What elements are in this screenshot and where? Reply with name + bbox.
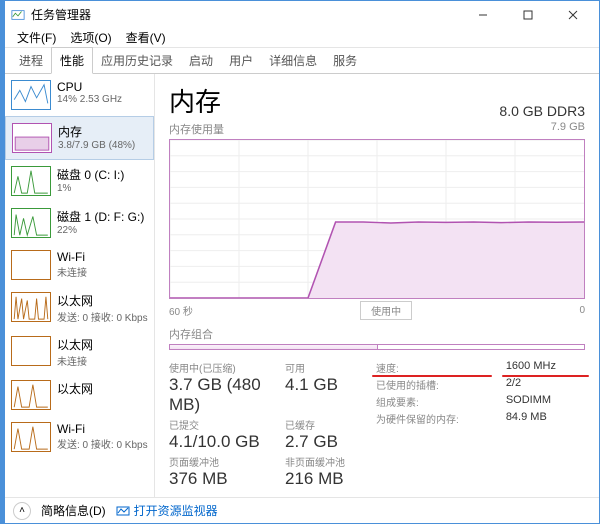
sidebar-item-sub: 未连接 [57, 353, 93, 368]
stat-avail-label: 可用 [285, 360, 370, 375]
memory-type: 8.0 GB DDR3 [499, 103, 585, 119]
chart-max: 7.9 GB [551, 121, 585, 137]
sidebar-thumb [11, 292, 51, 322]
stat-cached-label: 已缓存 [285, 417, 370, 432]
form-key: 组成要素: [376, 394, 488, 409]
open-resmon-link[interactable]: 打开资源监视器 [116, 502, 218, 519]
sidebar-item-6[interactable]: 以太网 未连接 [5, 330, 154, 374]
slots-value: 2/2 [506, 377, 585, 392]
stat-committed-value: 4.1/10.0 GB [169, 432, 279, 452]
tab-5[interactable]: 详细信息 [261, 48, 325, 73]
sidebar-item-sub: 22% [57, 225, 144, 236]
tab-bar: 进程性能应用历史记录启动用户详细信息服务 [5, 48, 599, 74]
sidebar-item-sub: 14% 2.53 GHz [57, 94, 122, 105]
resmon-icon [116, 504, 130, 518]
sidebar-item-title: 磁盘 1 (D: F: G:) [57, 208, 144, 225]
sidebar: CPU 14% 2.53 GHz 内存 3.8/7.9 GB (48%) 磁盘 … [5, 74, 155, 497]
titlebar[interactable]: 任务管理器 [5, 1, 599, 28]
chart-label: 内存使用量 [169, 121, 224, 137]
minimize-button[interactable] [460, 1, 505, 28]
stat-paged-value: 376 MB [169, 469, 279, 489]
sidebar-item-title: 以太网 [57, 336, 93, 353]
tab-4[interactable]: 用户 [221, 48, 261, 73]
sidebar-item-title: CPU [57, 80, 122, 94]
memory-chart [169, 139, 585, 299]
memory-slots [169, 344, 585, 350]
menu-options[interactable]: 选项(O) [64, 27, 117, 48]
page-title: 内存 [169, 82, 221, 119]
tab-1[interactable]: 性能 [51, 47, 93, 74]
tab-2[interactable]: 应用历史记录 [93, 48, 181, 73]
footer: ˄ 简略信息(D) 打开资源监视器 [5, 497, 599, 523]
sidebar-item-title: Wi-Fi [57, 422, 148, 436]
axis-right: 0 [579, 305, 585, 316]
sidebar-item-4[interactable]: Wi-Fi 未连接 [5, 244, 154, 286]
tab-0[interactable]: 进程 [11, 48, 51, 73]
sidebar-item-sub: 1% [57, 183, 124, 194]
stat-used-value: 3.7 GB (480 MB) [169, 375, 279, 415]
sidebar-item-5[interactable]: 以太网 发送: 0 接收: 0 Kbps [5, 286, 154, 330]
hw-value: 84.9 MB [506, 411, 585, 426]
axis-mid-label: 使用中 [360, 301, 412, 320]
stat-paged-label: 页面缓冲池 [169, 454, 279, 469]
menu-file[interactable]: 文件(F) [11, 27, 62, 48]
maximize-button[interactable] [505, 1, 550, 28]
main-panel: 内存 8.0 GB DDR3 内存使用量 7.9 GB 60 秒 使用中 0 内… [155, 74, 599, 497]
sidebar-item-sub: 未连接 [57, 264, 87, 279]
sidebar-item-title: 磁盘 0 (C: I:) [57, 166, 124, 183]
stat-avail-value: 4.1 GB [285, 375, 370, 395]
speed-key: 速度: [376, 360, 488, 375]
sidebar-thumb [11, 208, 51, 238]
sidebar-item-title: 以太网 [57, 380, 93, 397]
sidebar-item-sub: 发送: 0 接收: 0 Kbps [57, 309, 148, 324]
sidebar-item-1[interactable]: 内存 3.8/7.9 GB (48%) [5, 116, 154, 160]
tab-3[interactable]: 启动 [181, 48, 221, 73]
chevron-up-icon[interactable]: ˄ [13, 502, 31, 520]
stat-committed-label: 已提交 [169, 417, 279, 432]
sidebar-item-8[interactable]: Wi-Fi 发送: 0 接收: 0 Kbps [5, 416, 154, 458]
sidebar-item-0[interactable]: CPU 14% 2.53 GHz [5, 74, 154, 116]
sidebar-thumb [11, 380, 51, 410]
sidebar-item-sub: 发送: 0 接收: 0 Kbps [57, 436, 148, 451]
stat-used-label: 使用中(已压缩) [169, 360, 279, 375]
tab-6[interactable]: 服务 [325, 48, 365, 73]
hw-key: 为硬件保留的内存: [376, 411, 488, 426]
sidebar-item-title: 内存 [58, 123, 135, 140]
stat-nonpaged-value: 216 MB [285, 469, 370, 489]
speed-value: 1600 MHz [506, 360, 585, 375]
sidebar-item-sub: 3.8/7.9 GB (48%) [58, 140, 135, 151]
slot-2 [378, 345, 585, 349]
menubar: 文件(F) 选项(O) 查看(V) [5, 28, 599, 48]
stat-nonpaged-label: 非页面缓冲池 [285, 454, 370, 469]
sidebar-item-3[interactable]: 磁盘 1 (D: F: G:) 22% [5, 202, 154, 244]
form-value: SODIMM [506, 394, 585, 409]
close-button[interactable] [550, 1, 595, 28]
sidebar-thumb [11, 250, 51, 280]
slots-label: 内存组合 [169, 326, 585, 342]
sidebar-item-2[interactable]: 磁盘 0 (C: I:) 1% [5, 160, 154, 202]
slot-1 [170, 345, 378, 349]
sidebar-thumb [11, 80, 51, 110]
sidebar-thumb [11, 166, 51, 196]
sidebar-thumb [11, 336, 51, 366]
sidebar-item-title: 以太网 [57, 292, 148, 309]
sidebar-item-title: Wi-Fi [57, 250, 87, 264]
fewer-details-link[interactable]: 简略信息(D) [41, 502, 106, 519]
sidebar-thumb [12, 123, 52, 153]
sidebar-item-7[interactable]: 以太网 [5, 374, 154, 416]
slots-key: 已使用的插槽: [376, 377, 488, 392]
sidebar-thumb [11, 422, 51, 452]
stat-cached-value: 2.7 GB [285, 432, 370, 452]
app-icon [11, 8, 25, 22]
window-title: 任务管理器 [31, 6, 460, 23]
axis-left: 60 秒 [169, 303, 193, 318]
menu-view[interactable]: 查看(V) [120, 27, 172, 48]
